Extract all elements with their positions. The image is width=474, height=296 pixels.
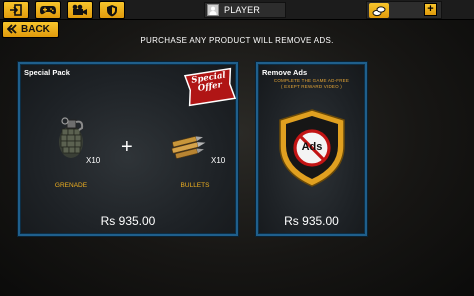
remove-ads-title: Remove Ads [262,68,308,77]
special-pack-panel[interactable]: Special Pack Special Offer X10 GRENADE + [18,62,238,236]
grenade-qty: X10 [86,156,101,165]
player-name: PLAYER [224,5,261,15]
bullets-icon [168,132,212,167]
grenade-label: GRENADE [54,182,88,189]
shield-button[interactable] [99,1,125,19]
grenade-icon [55,116,87,165]
gamepad-icon [39,4,57,16]
no-ads-shield-icon: Ads [277,108,347,193]
exit-button[interactable] [3,1,29,19]
remove-ads-description: Complete the game Ad-free ( Exept reward… [258,78,365,90]
special-offer-badge: Special Offer [183,66,238,107]
no-ads-label: Ads [301,141,323,153]
plus-sign: + [121,136,133,158]
bullets-qty: X10 [211,156,226,165]
video-button[interactable] [67,1,93,19]
plus-icon: + [427,3,434,15]
remove-ads-price-button[interactable]: Rs 935.00 [258,214,365,228]
special-pack-price-button[interactable]: Rs 935.00 [20,214,236,228]
video-camera-icon [71,4,89,16]
coins-icon [369,3,389,18]
exit-icon [9,4,23,16]
remove-ads-desc-line-2: ( Exept reward video ) [281,84,342,89]
shield-icon [106,4,118,17]
back-label: BACK [21,24,50,35]
bullets-label: BULLETS [180,182,210,189]
top-bar: PLAYER + [0,0,474,20]
add-coins-button[interactable]: + [424,3,437,16]
player-avatar [207,4,219,16]
remove-ads-panel[interactable]: Remove Ads Complete the game Ad-free ( E… [256,62,367,236]
special-pack-title: Special Pack [24,68,70,77]
ads-notice: PURCHASE ANY PRODUCT WILL REMOVE ADS. [140,36,334,45]
gamepad-button[interactable] [35,1,61,19]
player-profile[interactable]: PLAYER [204,2,286,18]
